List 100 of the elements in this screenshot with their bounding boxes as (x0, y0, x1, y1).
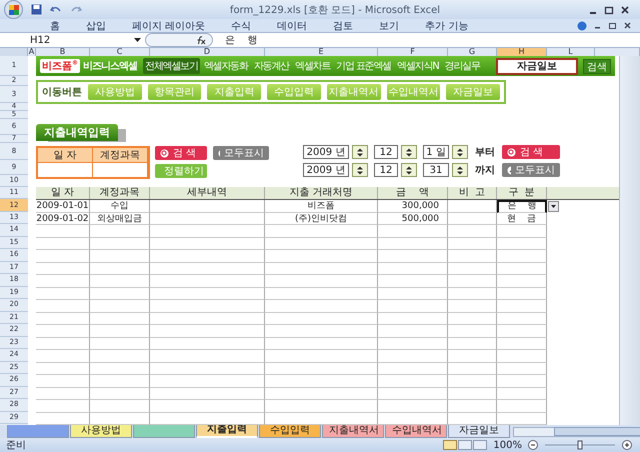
restore-icon[interactable] (608, 21, 617, 30)
search-button[interactable]: 검 색 (155, 146, 207, 160)
year-field[interactable]: 2009 년 (303, 163, 349, 177)
close-icon[interactable] (623, 21, 632, 30)
fx-icon[interactable] (196, 36, 206, 44)
table-cell (378, 375, 448, 388)
zoom-slider[interactable] (544, 440, 616, 450)
table-cell (378, 288, 448, 300)
ribbon-tab[interactable]: 데이터 (267, 18, 318, 32)
search-button[interactable]: 검 색 (502, 145, 560, 159)
table-cell (448, 338, 497, 350)
table-cell (90, 288, 150, 300)
table-cell (90, 400, 150, 412)
sheet-tab[interactable]: 지출내역서 (322, 425, 384, 438)
table-cell (378, 275, 448, 288)
table-cell (36, 325, 90, 338)
slider-thumb[interactable] (578, 440, 582, 450)
sheet-tab[interactable]: 사용방법 (70, 425, 132, 438)
table-cell (448, 238, 497, 250)
year-field[interactable]: 2009 년 (303, 145, 349, 159)
day-field[interactable]: 1 일 (423, 145, 449, 159)
formula-input[interactable]: 은 행 (217, 33, 640, 47)
sheet-tab[interactable]: 자금일보 (448, 425, 510, 438)
spinner-button[interactable] (401, 163, 417, 177)
search-icon (507, 148, 516, 156)
month-field[interactable]: 12 (374, 145, 398, 159)
up-down-arrows-icon (456, 166, 464, 174)
table-cell (378, 350, 448, 362)
ribbon-tab[interactable]: 페이지 레이아웃 (122, 18, 216, 32)
spinner-button[interactable] (352, 145, 368, 159)
table-cell (36, 238, 90, 250)
spinner-button[interactable] (401, 145, 417, 159)
column-heading: 구 분 (497, 187, 547, 199)
ribbon-tab[interactable]: 추가 기능 (415, 18, 478, 32)
table-cell (36, 400, 90, 412)
column-header[interactable]: H (497, 48, 547, 56)
table-cell (497, 350, 547, 362)
table-cell (497, 262, 547, 275)
search-field[interactable]: 자금일보 (496, 58, 578, 74)
column-heading: 세부내역 (150, 187, 265, 199)
column-heading: 금 액 (378, 187, 448, 199)
table-cell (448, 388, 497, 400)
table-cell (90, 325, 150, 338)
zoom-in-icon[interactable] (622, 440, 632, 450)
table-cell (36, 388, 90, 400)
undo-icon[interactable] (50, 4, 62, 14)
spinner-button[interactable] (452, 163, 468, 177)
table-cell (378, 325, 448, 338)
maximize-icon[interactable] (604, 4, 614, 14)
ribbon-tab[interactable]: 검토 (323, 18, 364, 32)
section-title: 지출내역입력 (36, 124, 118, 141)
ribbon-tab[interactable]: 보기 (369, 18, 410, 32)
nav-label: 이동버튼 (42, 86, 82, 99)
table-cell (90, 338, 150, 350)
table-cell: 수입 (90, 200, 150, 213)
ribbon-tab[interactable]: 수식 (221, 18, 262, 32)
table-cell (448, 225, 497, 238)
table-cell (497, 275, 547, 288)
table-cell (448, 262, 497, 275)
ribbon-tab[interactable]: 삽입 (76, 18, 116, 32)
show-all-button[interactable]: 모두표시 (213, 146, 269, 160)
table-cell (497, 225, 547, 238)
table-cell (448, 312, 497, 325)
spinner-button[interactable] (452, 145, 468, 159)
month-field[interactable]: 12 (374, 163, 398, 177)
up-down-arrows-icon (456, 148, 464, 156)
horizontal-scrollbar[interactable] (513, 426, 640, 436)
vertical-scrollbar[interactable] (619, 56, 640, 425)
name-box[interactable]: H12 (0, 34, 130, 46)
filter-input[interactable] (38, 162, 93, 177)
up-down-arrows-icon (356, 148, 364, 156)
day-field[interactable]: 31 (423, 163, 449, 177)
table-cell (36, 225, 90, 238)
spinner-button[interactable] (352, 163, 368, 177)
table-cell: 2009-01-01 (36, 200, 90, 213)
table-cell (497, 238, 547, 250)
up-down-arrows-icon (405, 166, 413, 174)
column-heading: 일 자 (36, 187, 90, 199)
zoom-out-icon[interactable] (528, 440, 538, 450)
table-cell (378, 362, 448, 375)
table-cell (378, 262, 448, 275)
save-icon[interactable] (31, 4, 42, 15)
office-button[interactable] (4, 0, 23, 19)
sheet-tab[interactable]: 수입입력 (259, 425, 321, 438)
help-icon[interactable] (577, 20, 587, 30)
table-cell (90, 238, 150, 250)
table-cell (90, 350, 150, 362)
dropdown-icon[interactable] (134, 38, 141, 42)
logo: 비즈니스엑셀 (83, 60, 137, 73)
ribbon-tab[interactable]: 홈 (40, 18, 70, 32)
menu-link[interactable]: 전체엑셀보기 (143, 58, 200, 74)
search-button[interactable]: 검색 (583, 58, 611, 74)
table-cell (448, 275, 497, 288)
filter-input[interactable] (93, 162, 148, 177)
sheet-tab[interactable]: 수입내역서 (385, 425, 447, 438)
dropdown-button[interactable] (548, 201, 559, 212)
table-cell (90, 300, 150, 312)
view-buttons-icon[interactable] (443, 440, 488, 450)
close-icon[interactable] (620, 4, 630, 14)
show-all-button[interactable]: 모두표시 (502, 163, 560, 177)
